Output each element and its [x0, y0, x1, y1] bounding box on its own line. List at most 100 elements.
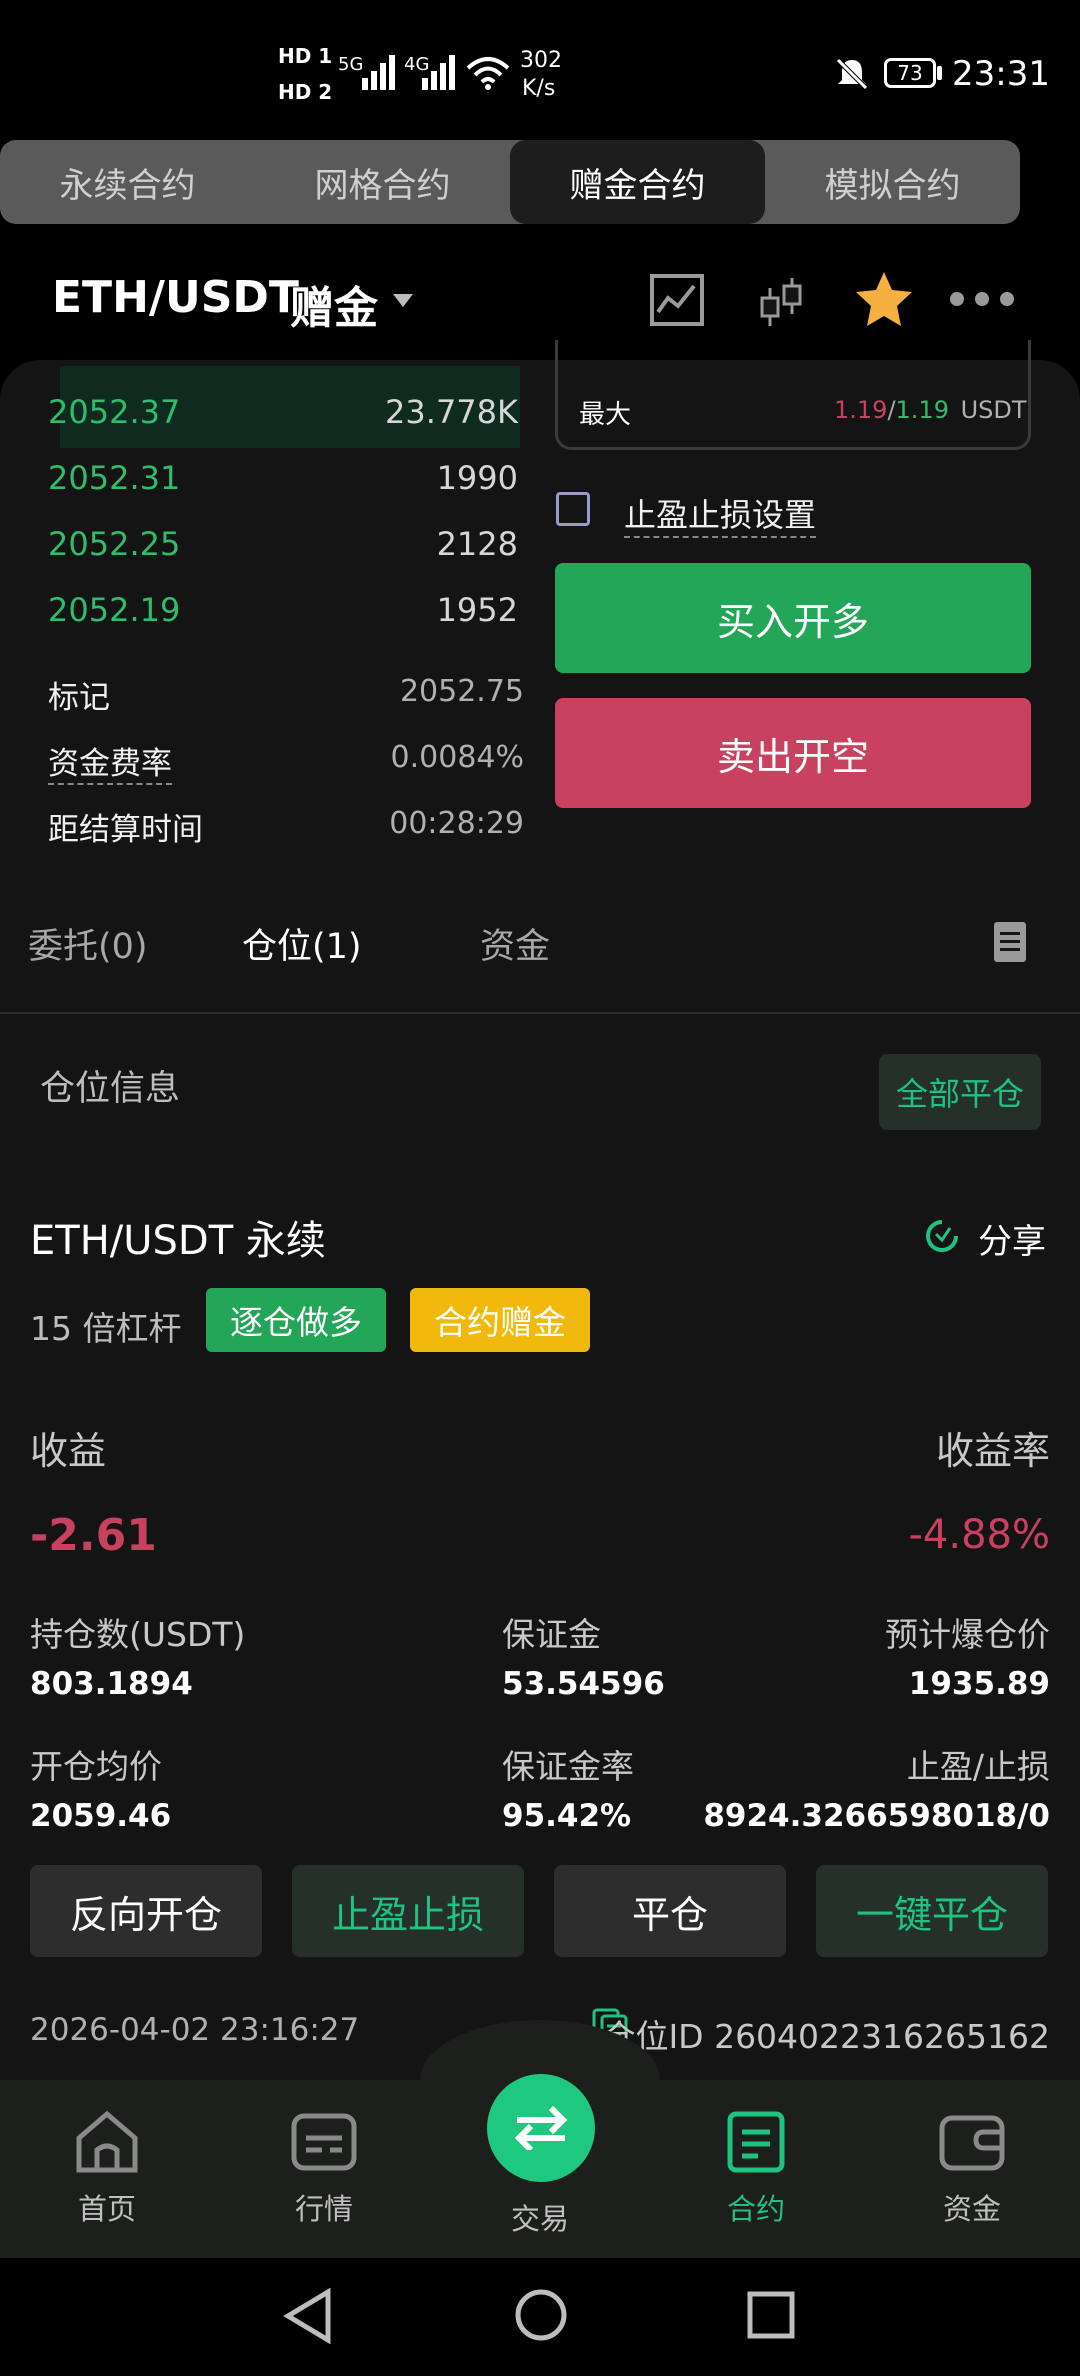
roe-value: -4.88% [908, 1512, 1050, 1558]
tab-simulated[interactable]: 模拟合约 [765, 140, 1020, 224]
orderbook-qty: 1990 [436, 459, 518, 497]
sell-short-button[interactable]: 卖出开空 [555, 698, 1031, 808]
tpsl-button[interactable]: 止盈止损 [292, 1865, 524, 1957]
margin-label: 保证金 [502, 1615, 601, 1654]
one-click-close-button[interactable]: 一键平仓 [816, 1865, 1048, 1957]
position-timestamp: 2026-04-02 23:16:27 [30, 2012, 360, 2048]
contract-icon [727, 2111, 785, 2173]
orderbook-row[interactable]: 2052.37 23.778K [48, 393, 518, 453]
orderbook-price: 2052.31 [48, 459, 181, 497]
bonus-badge: 合约赠金 [410, 1288, 590, 1352]
pair-title[interactable]: ETH/USDT [52, 272, 299, 323]
trade-fab-button[interactable] [487, 2074, 595, 2182]
orderbook-price: 2052.37 [48, 393, 181, 431]
max-sell-value: 1.19 [895, 396, 949, 424]
leverage-label: 15 倍杠杆 [30, 1309, 182, 1348]
star-icon[interactable] [854, 270, 914, 328]
margin-value: 53.54596 [502, 1666, 665, 1702]
isolated-long-badge: 逐仓做多 [206, 1288, 386, 1352]
share-icon[interactable] [922, 1216, 962, 1256]
roe-label: 收益率 [935, 1429, 1050, 1473]
home-icon [76, 2110, 138, 2173]
size-value: 803.1894 [30, 1666, 193, 1702]
funding-rate-label[interactable]: 资金费率 [48, 738, 172, 785]
size-label: 持仓数(USDT) [30, 1615, 246, 1654]
nav-trade[interactable]: 交易 [470, 2168, 610, 2238]
margin-ratio-value: 95.42% [502, 1798, 632, 1834]
battery-tip [937, 66, 942, 80]
funding-rate-value: 0.0084% [390, 740, 524, 775]
orderbook-row[interactable]: 2052.31 1990 [48, 459, 518, 519]
more-icon[interactable] [950, 292, 1014, 308]
orderbook-row[interactable]: 2052.25 2128 [48, 525, 518, 585]
battery-icon: 73 [884, 58, 936, 88]
signal-bars-icon [422, 55, 455, 90]
position-section-title: 仓位信息 [40, 1069, 181, 1109]
tab-assets[interactable]: 资金 [480, 918, 550, 969]
hd1-indicator: HD 1 [278, 44, 333, 68]
nav-contract[interactable]: 合约 [686, 2110, 826, 2228]
close-all-button[interactable]: 全部平仓 [879, 1054, 1041, 1130]
tab-perpetual[interactable]: 永续合约 [0, 140, 255, 224]
candlestick-icon[interactable] [758, 276, 806, 328]
hd2-indicator: HD 2 [278, 80, 333, 104]
position-id: 仓位ID 2604022316265162 [602, 2017, 1050, 2056]
divider [0, 1012, 1080, 1014]
max-value: 1.19/1.19 USDT [834, 396, 1027, 424]
tpsl-label: 止盈/止损 [906, 1747, 1050, 1786]
tab-bonus[interactable]: 赠金合约 [510, 140, 765, 224]
net-speed-unit: K/s [522, 76, 556, 101]
nav-assets[interactable]: 资金 [902, 2110, 1042, 2228]
mark-price-label: 标记 [48, 680, 110, 716]
orderbook-price: 2052.25 [48, 525, 181, 563]
mark-price-value: 2052.75 [399, 674, 524, 709]
max-unit: USDT [960, 396, 1027, 424]
tab-grid[interactable]: 网格合约 [255, 140, 510, 224]
nav-market[interactable]: 行情 [254, 2110, 394, 2228]
liq-price-label: 预计爆仓价 [885, 1615, 1050, 1654]
nav-trade-label: 交易 [510, 2202, 569, 2236]
wallet-icon [939, 2115, 1005, 2171]
clock: 23:31 [952, 54, 1050, 94]
nav-home-label: 首页 [77, 2192, 136, 2226]
margin-ratio-label: 保证金率 [502, 1747, 634, 1786]
tpsl-value: 8924.3266598018/0 [703, 1798, 1050, 1834]
nav-home[interactable]: 首页 [37, 2110, 177, 2228]
chevron-down-icon[interactable] [393, 294, 413, 307]
swap-icon [514, 2106, 568, 2150]
signal-bars-icon [362, 55, 395, 90]
back-icon[interactable] [282, 2288, 334, 2344]
orderbook-price: 2052.19 [48, 591, 181, 629]
home-circle-icon[interactable] [514, 2288, 568, 2342]
entry-price-label: 开仓均价 [30, 1747, 162, 1786]
wifi-icon [466, 57, 510, 90]
status-bar: HD 1 HD 2 5G 4G 302 K/s 73 23:31 [0, 0, 1080, 140]
settlement-time-label: 距结算时间 [48, 812, 203, 848]
position-symbol: ETH/USDT 永续 [30, 1218, 326, 1264]
buy-long-button[interactable]: 买入开多 [555, 563, 1031, 673]
recents-icon[interactable] [746, 2290, 796, 2340]
share-label[interactable]: 分享 [978, 1214, 1046, 1263]
nav-assets-label: 资金 [942, 2192, 1001, 2226]
tpsl-checkbox[interactable] [556, 492, 590, 526]
tab-orders[interactable]: 委托(0) [28, 918, 148, 969]
pnl-value: -2.61 [30, 1510, 157, 1561]
pair-subtitle[interactable]: 赠金 [290, 272, 378, 336]
reverse-position-button[interactable]: 反向开仓 [30, 1865, 262, 1957]
settlement-time-value: 00:28:29 [389, 806, 524, 841]
orderbook-qty: 1952 [436, 591, 518, 629]
orderbook-row[interactable]: 2052.19 1952 [48, 591, 518, 651]
battery-level: 73 [897, 61, 923, 85]
document-icon[interactable] [994, 922, 1026, 962]
chart-icon[interactable] [650, 274, 704, 326]
liq-price-value: 1935.89 [908, 1666, 1050, 1702]
tab-positions[interactable]: 仓位(1) [242, 918, 362, 969]
orderbook-qty: 23.778K [385, 393, 518, 431]
close-position-button[interactable]: 平仓 [554, 1865, 786, 1957]
mute-bell-icon [836, 58, 868, 90]
orderbook-qty: 2128 [436, 525, 518, 563]
net-speed-value: 302 [520, 48, 562, 73]
max-buy-value: 1.19 [834, 396, 888, 424]
tpsl-settings-label[interactable]: 止盈止损设置 [624, 490, 817, 538]
nav-contract-label: 合约 [726, 2192, 785, 2226]
